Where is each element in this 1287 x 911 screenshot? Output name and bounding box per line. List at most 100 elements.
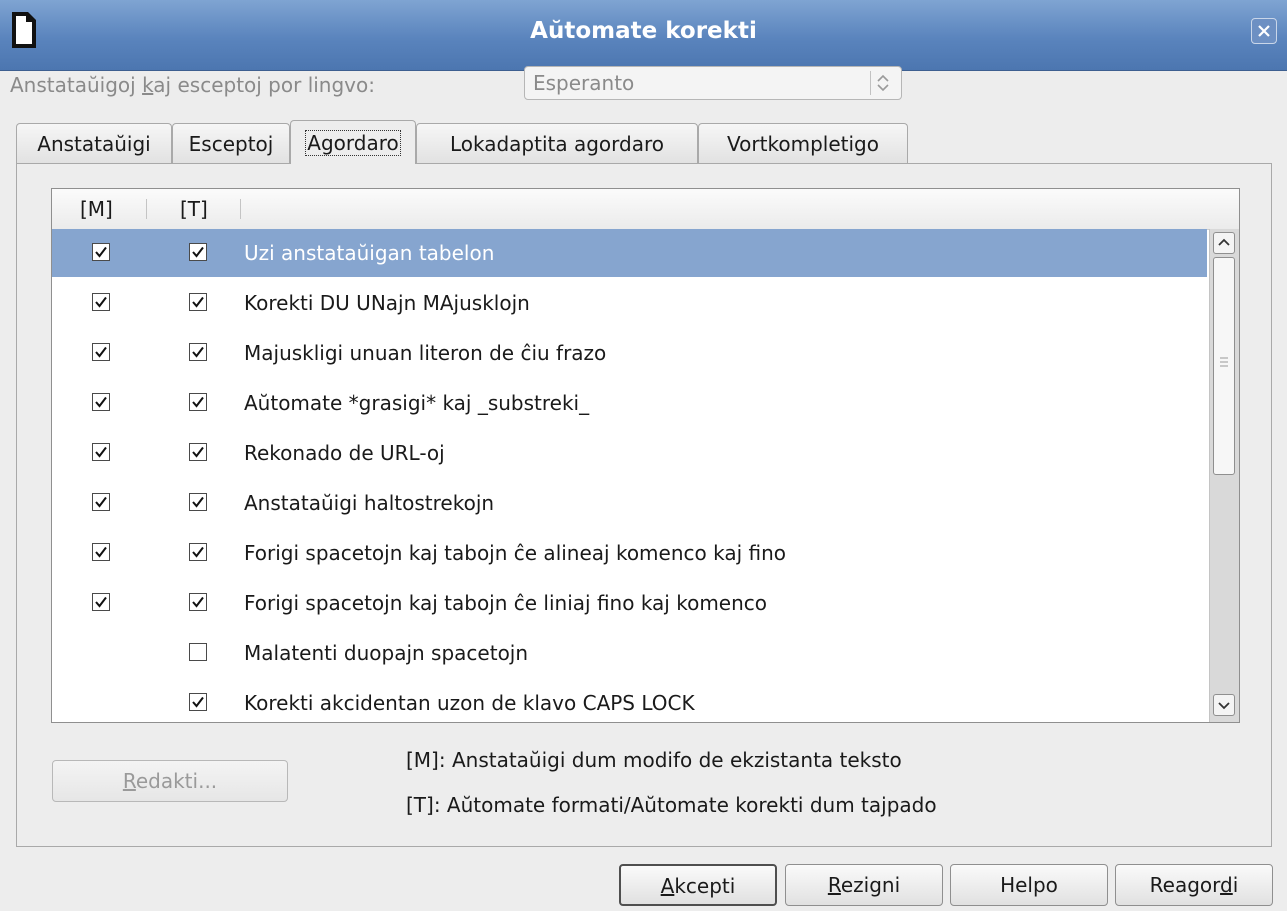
checkbox-t[interactable]	[189, 443, 207, 461]
column-header-m[interactable]: [M]	[80, 189, 113, 229]
accept-accelerator: A	[660, 874, 675, 898]
checkmark-icon	[192, 546, 204, 558]
list-item-label: Korekti DU UNajn MAjusklojn	[244, 291, 530, 315]
list-item-label: Majuskligi unuan literon de ĉiu frazo	[244, 341, 607, 365]
checkbox-t[interactable]	[189, 643, 207, 661]
edit-button[interactable]: Redakti...	[52, 760, 288, 802]
list-item-label: Rekonado de URL-oj	[244, 441, 445, 465]
checkmark-icon	[192, 496, 204, 508]
checkbox-m[interactable]	[92, 393, 110, 411]
list-item[interactable]: Majuskligi unuan literon de ĉiu frazo	[52, 329, 1207, 377]
checkbox-t[interactable]	[189, 593, 207, 611]
scroll-up-button[interactable]	[1213, 232, 1235, 254]
legend-m: [M]: Anstataŭigi dum modifo de ekzistant…	[406, 748, 902, 772]
checkbox-m[interactable]	[92, 293, 110, 311]
edit-button-label: edakti...	[135, 769, 218, 793]
checkbox-t[interactable]	[189, 293, 207, 311]
checkmark-icon	[95, 246, 107, 258]
checkbox-t[interactable]	[189, 393, 207, 411]
vertical-scrollbar[interactable]	[1209, 229, 1239, 722]
checkmark-icon	[95, 496, 107, 508]
language-label-accelerator: k	[142, 73, 154, 97]
checkmark-icon	[192, 346, 204, 358]
cancel-label: ezigni	[840, 873, 901, 897]
tab-esceptoj[interactable]: Esceptoj	[172, 123, 290, 163]
cancel-button[interactable]: Rezigni	[785, 864, 943, 906]
help-label: Helpo	[1000, 873, 1058, 897]
scroll-down-button[interactable]	[1213, 694, 1235, 716]
list-item-label: Anstataŭigi haltostrekojn	[244, 491, 495, 515]
checkbox-t[interactable]	[189, 343, 207, 361]
options-list[interactable]: [M] [T] Uzi anstataŭigan tabelon Korekti …	[51, 188, 1240, 723]
checkmark-icon	[192, 446, 204, 458]
tab-anstatauigi[interactable]: Anstataŭigi	[16, 123, 172, 163]
help-button[interactable]: Helpo	[950, 864, 1108, 906]
checkmark-icon	[95, 396, 107, 408]
language-label-post: aj esceptoj por lingvo:	[153, 73, 375, 97]
list-item[interactable]: Aŭtomate *grasigi* kaj _substreki_	[52, 379, 1207, 427]
tab-label: Agordaro	[305, 130, 401, 156]
checkmark-icon	[192, 296, 204, 308]
tab-label: Lokadaptita agordaro	[449, 132, 665, 156]
close-icon	[1258, 25, 1270, 37]
checkbox-t[interactable]	[189, 243, 207, 261]
list-item[interactable]: Korekti DU UNajn MAjusklojn	[52, 279, 1207, 327]
checkbox-m[interactable]	[92, 593, 110, 611]
checkbox-m[interactable]	[92, 543, 110, 561]
spin-arrows-icon	[870, 71, 889, 95]
tab-agordaro[interactable]: Agordaro	[290, 120, 416, 164]
checkmark-icon	[192, 596, 204, 608]
checkmark-icon	[95, 596, 107, 608]
list-item-label: Aŭtomate *grasigi* kaj _substreki_	[244, 391, 590, 415]
checkbox-t[interactable]	[189, 493, 207, 511]
checkmark-icon	[192, 696, 204, 708]
language-select-value: Esperanto	[533, 71, 635, 95]
checkmark-icon	[192, 246, 204, 258]
checkmark-icon	[95, 296, 107, 308]
list-item[interactable]: Forigi spacetojn kaj tabojn ĉe alineaj k…	[52, 529, 1207, 577]
list-item[interactable]: Korekti akcidentan uzon de klavo CAPS LO…	[52, 679, 1207, 722]
chevron-down-icon	[1218, 702, 1230, 710]
tab-vortkompletigo[interactable]: Vortkompletigo	[698, 123, 908, 163]
tab-lokadaptita-agordaro[interactable]: Lokadaptita agordaro	[416, 123, 698, 163]
list-item[interactable]: Forigi spacetojn kaj tabojn ĉe liniaj fi…	[52, 579, 1207, 627]
list-item-label: Malatenti duopajn spacetojn	[244, 641, 529, 665]
checkbox-m[interactable]	[92, 243, 110, 261]
reset-accelerator: d	[1220, 873, 1233, 897]
list-header: [M] [T]	[52, 189, 1239, 230]
language-select[interactable]: Esperanto	[524, 66, 902, 100]
tab-label: Esceptoj	[188, 132, 274, 156]
edit-button-accelerator: R	[122, 769, 136, 793]
checkbox-t[interactable]	[189, 543, 207, 561]
cancel-accelerator: R	[827, 873, 841, 897]
list-item-label: Forigi spacetojn kaj tabojn ĉe alineaj k…	[244, 541, 787, 565]
checkmark-icon	[95, 446, 107, 458]
checkmark-icon	[192, 396, 204, 408]
list-item[interactable]: Anstataŭigi haltostrekojn	[52, 479, 1207, 527]
accept-button[interactable]: Akcepti	[619, 864, 777, 906]
close-button[interactable]	[1251, 18, 1277, 44]
language-label: Anstataŭigoj kaj esceptoj por lingvo:	[10, 70, 375, 100]
window-title: Aŭtomate korekti	[530, 18, 757, 44]
list-item-label: Uzi anstataŭigan tabelon	[244, 241, 495, 265]
reset-label-pre: Reagor	[1149, 873, 1221, 897]
checkbox-m[interactable]	[92, 443, 110, 461]
reset-label-post: i	[1232, 873, 1239, 897]
scroll-thumb[interactable]	[1213, 257, 1235, 475]
list-item[interactable]: Uzi anstataŭigan tabelon	[52, 229, 1207, 277]
checkbox-t[interactable]	[189, 693, 207, 711]
checkbox-m[interactable]	[92, 343, 110, 361]
list-item-label: Korekti akcidentan uzon de klavo CAPS LO…	[244, 691, 695, 715]
tab-label: Anstataŭigi	[37, 132, 151, 156]
column-header-t[interactable]: [T]	[180, 189, 208, 229]
header-separator	[240, 199, 241, 219]
accept-label: kcepti	[674, 874, 736, 898]
list-item[interactable]: Malatenti duopajn spacetojn	[52, 629, 1207, 677]
list-item[interactable]: Rekonado de URL-oj	[52, 429, 1207, 477]
chevron-up-icon	[1218, 238, 1230, 246]
reset-button[interactable]: Reagordi	[1115, 864, 1273, 906]
checkbox-m[interactable]	[92, 493, 110, 511]
tab-label: Vortkompletigo	[727, 132, 879, 156]
header-separator	[146, 199, 147, 219]
grip-icon	[1220, 357, 1228, 367]
